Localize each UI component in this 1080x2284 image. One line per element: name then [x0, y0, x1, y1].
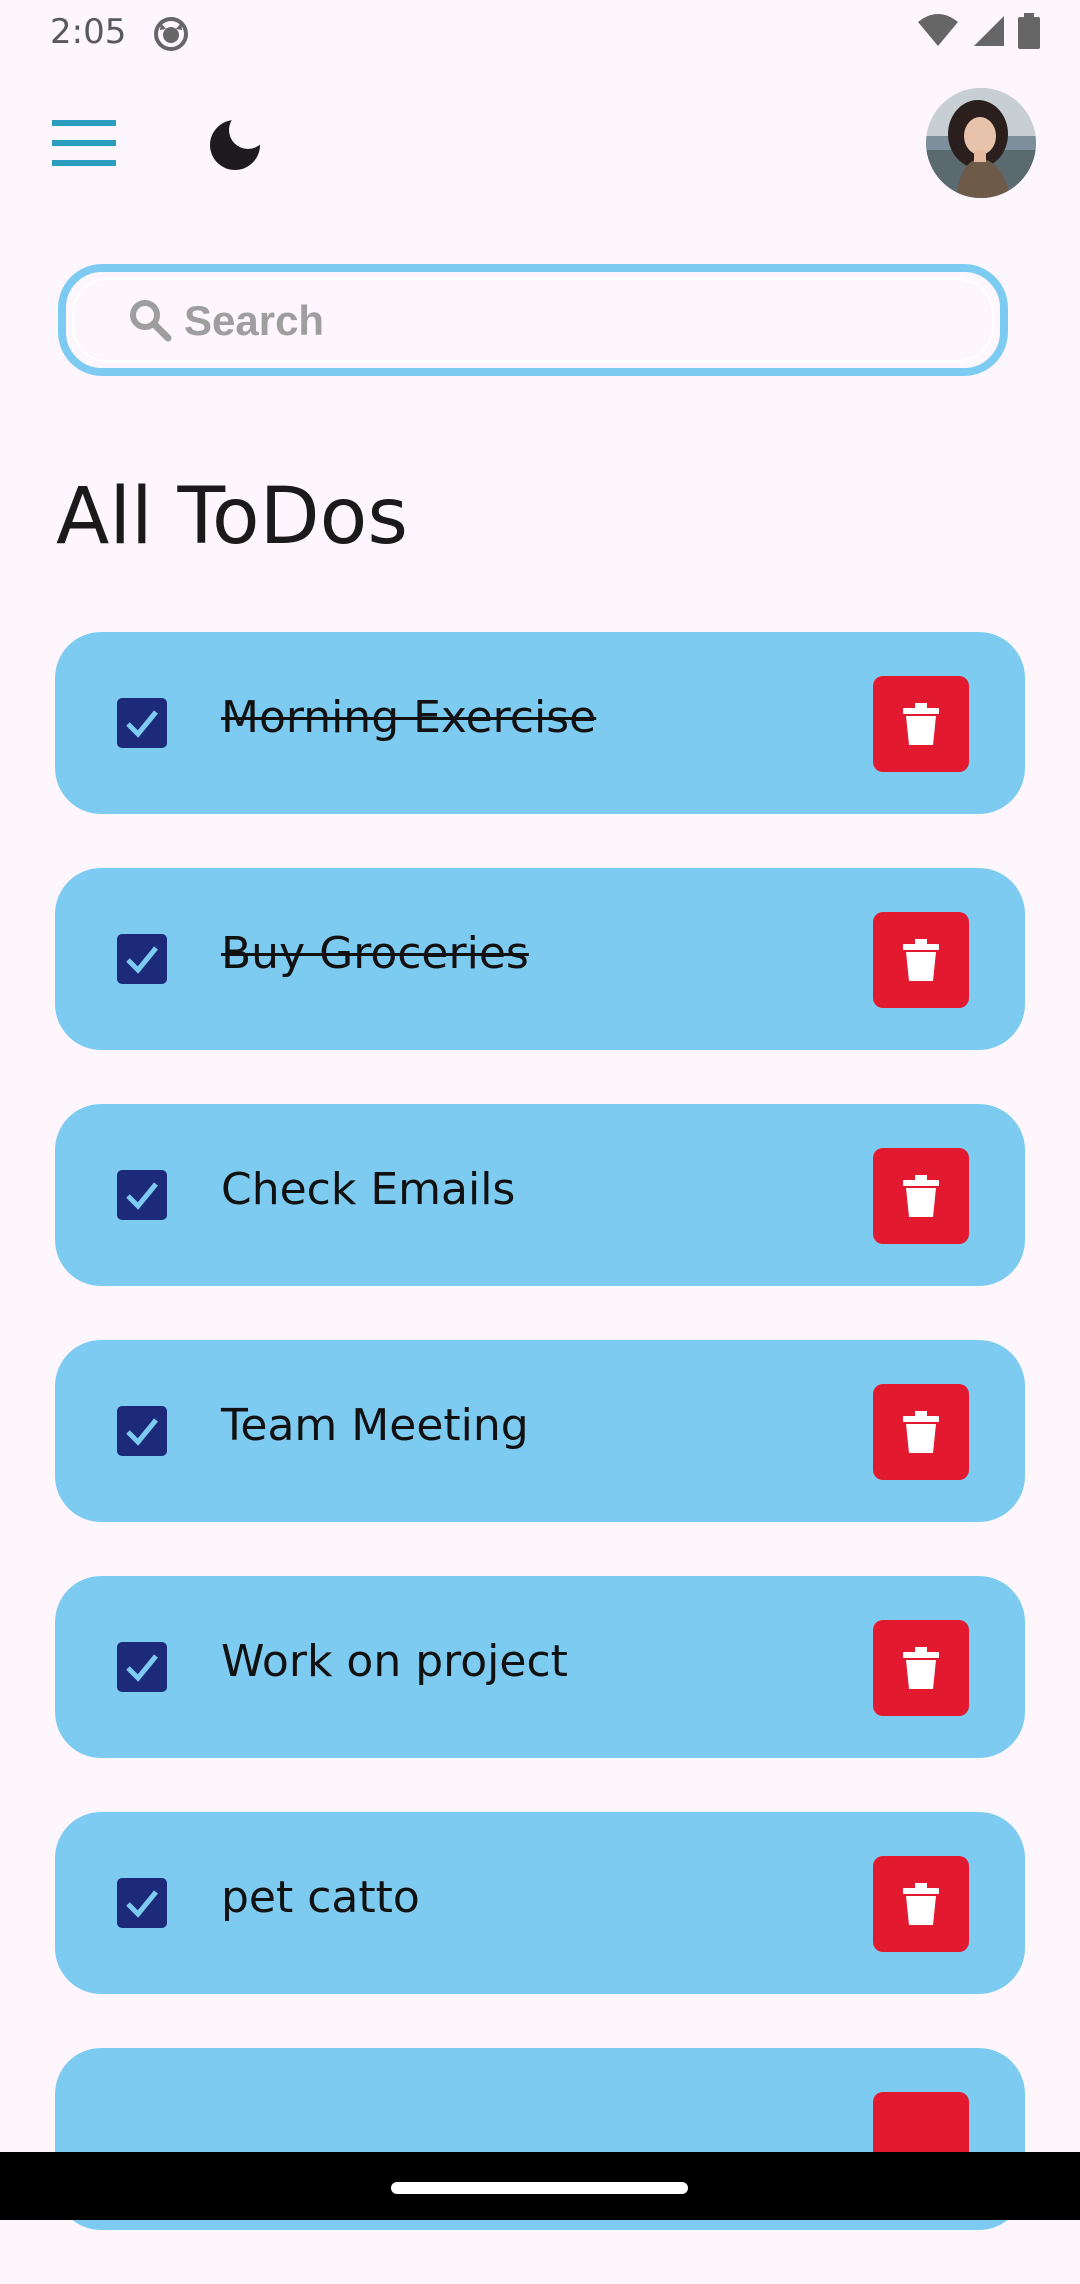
todo-item[interactable]: Buy Groceries	[55, 868, 1025, 1050]
delete-button[interactable]	[873, 912, 969, 1008]
avatar[interactable]	[926, 88, 1036, 198]
menu-icon[interactable]	[52, 120, 116, 166]
todo-item[interactable]: Morning Exercise	[55, 632, 1025, 814]
delete-button[interactable]	[873, 1148, 969, 1244]
trash-icon	[903, 703, 939, 745]
status-icons	[916, 12, 1040, 54]
search-input[interactable]	[182, 288, 946, 354]
todo-label: Check Emails	[221, 1164, 516, 1215]
todo-label: pet catto	[221, 1872, 420, 1923]
page-title: All ToDos	[56, 472, 409, 562]
battery-icon	[1018, 12, 1040, 54]
todo-item[interactable]: Work on project	[55, 1576, 1025, 1758]
todo-item[interactable]: Team Meeting	[55, 1340, 1025, 1522]
wifi-icon	[916, 13, 960, 53]
todo-checkbox[interactable]	[117, 1878, 167, 1928]
cat-notification-icon	[153, 15, 189, 51]
todo-item[interactable]: pet catto	[55, 1812, 1025, 1994]
trash-icon	[903, 1175, 939, 1217]
app-bar	[0, 66, 1080, 226]
delete-button[interactable]	[873, 1620, 969, 1716]
delete-button[interactable]	[873, 1384, 969, 1480]
todo-checkbox[interactable]	[117, 934, 167, 984]
todo-label: Work on project	[221, 1636, 568, 1687]
system-navigation-bar	[0, 2152, 1080, 2220]
todo-label: Morning Exercise	[221, 692, 597, 743]
trash-icon	[903, 1411, 939, 1453]
search-bar[interactable]	[58, 264, 1008, 376]
home-gesture-handle[interactable]	[391, 2182, 688, 2194]
trash-icon	[903, 939, 939, 981]
todo-list: Morning Exercise Buy Groceries Check Ema…	[55, 632, 1025, 2284]
todo-checkbox[interactable]	[117, 698, 167, 748]
delete-button[interactable]	[873, 1856, 969, 1952]
dark-mode-moon-icon[interactable]	[208, 111, 267, 172]
status-bar: 2:05	[0, 0, 1080, 66]
trash-icon	[903, 1883, 939, 1925]
todo-label: Team Meeting	[221, 1400, 529, 1451]
todo-checkbox[interactable]	[117, 1642, 167, 1692]
todo-label: Buy Groceries	[221, 928, 529, 979]
cellular-signal-icon	[972, 14, 1006, 53]
todo-checkbox[interactable]	[117, 1170, 167, 1220]
delete-button[interactable]	[873, 676, 969, 772]
trash-icon	[903, 1647, 939, 1689]
todo-item[interactable]: Check Emails	[55, 1104, 1025, 1286]
status-time: 2:05	[50, 12, 127, 52]
search-icon	[128, 298, 172, 342]
todo-checkbox[interactable]	[117, 1406, 167, 1456]
